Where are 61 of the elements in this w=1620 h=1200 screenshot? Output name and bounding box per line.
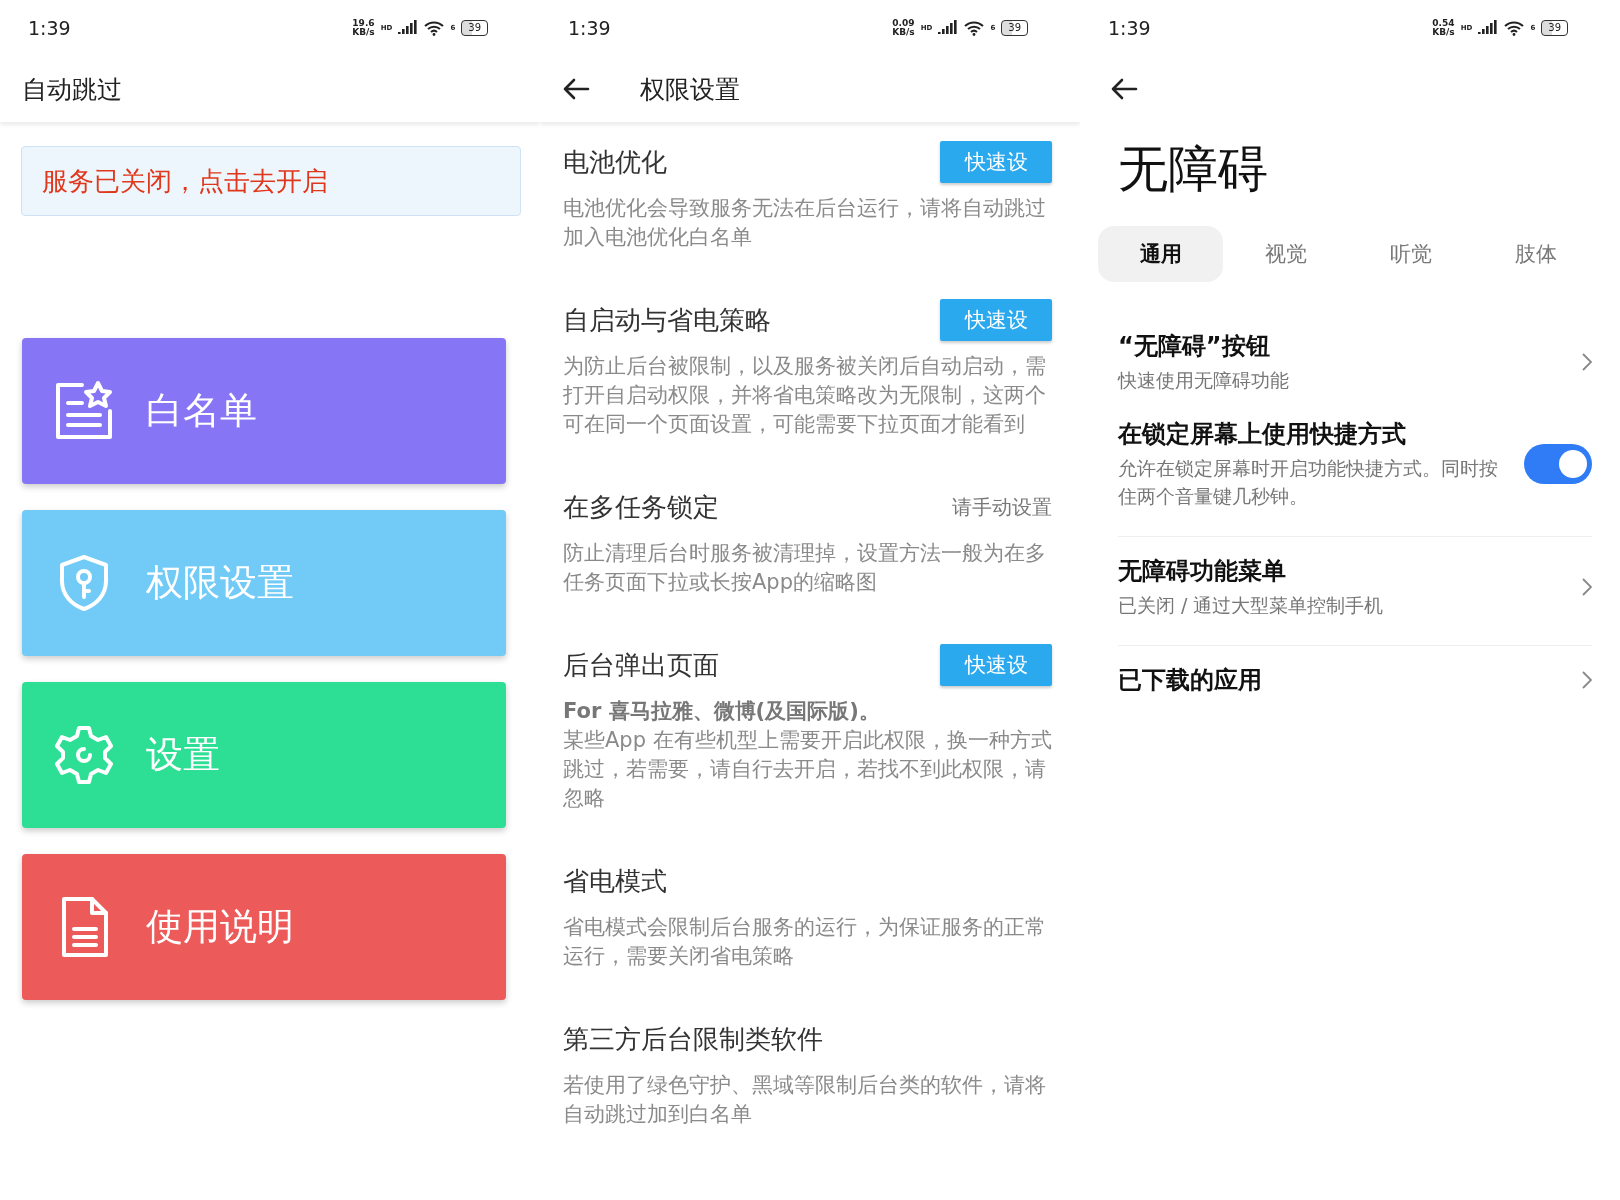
signal-icon — [938, 20, 959, 36]
section-title: 电池优化 — [563, 145, 667, 179]
battery-icon: 39 — [461, 20, 488, 36]
app-title: 自动跳过 — [22, 73, 122, 106]
signal-icon — [1478, 20, 1499, 36]
section-description: 为防止后台被限制，以及服务被关闭后自动启动，需打开自启动权限，并将省电策略改为无限制，这两个可在同一个页面设置，可能需要下拉页面才能看到 — [563, 353, 1047, 438]
network-speed: 19.6 KB/s — [352, 19, 375, 37]
category-tab[interactable]: 通用 — [1098, 226, 1223, 282]
section-title: 在多任务锁定 — [563, 490, 719, 524]
section-description: 电池优化会导致服务无法在后台运行，请将自动跳过加入电池优化白名单 — [563, 195, 1047, 251]
section-note: For 喜马拉雅、微博(及国际版)。 — [563, 698, 881, 725]
page-title: 无障碍 — [1118, 139, 1269, 200]
setting-title: “无障碍”按钮 — [1118, 331, 1271, 362]
signal-icon — [398, 20, 419, 36]
category-tab[interactable]: 肢体 — [1473, 226, 1598, 282]
card-label: 设置 — [146, 732, 220, 778]
back-arrow-icon[interactable] — [1110, 78, 1138, 100]
wifi-icon — [1504, 20, 1525, 36]
toggle-switch[interactable] — [1524, 444, 1592, 484]
category-tab[interactable]: 听觉 — [1348, 226, 1473, 282]
setting-subtitle: 快速使用无障碍功能 — [1118, 368, 1289, 393]
manual-setup-label: 请手动设置 — [952, 493, 1052, 521]
battery-icon: 39 — [1541, 20, 1568, 36]
network-speed: 0.09 KB/s — [892, 19, 915, 37]
chevron-right-icon[interactable] — [1582, 578, 1592, 596]
status-time: 1:39 — [28, 17, 71, 39]
status-time: 1:39 — [568, 17, 611, 39]
card-label: 权限设置 — [146, 560, 294, 606]
setting-subtitle: 允许在锁定屏幕时开启功能快捷方式。同时按住两个音量键几秒钟。 — [1118, 456, 1499, 509]
section-description: 若使用了绿色守护、黑域等限制后台类的软件，请将自动跳过加到白名单 — [563, 1072, 1047, 1128]
page-title: 权限设置 — [640, 73, 740, 106]
section-title: 第三方后台限制类软件 — [563, 1022, 823, 1056]
setting-subtitle: 已关闭 / 通过大型菜单控制手机 — [1118, 593, 1384, 618]
battery-icon: 39 — [1001, 20, 1028, 36]
quick-set-button[interactable]: 快速设 — [940, 299, 1052, 341]
chevron-right-icon[interactable] — [1582, 671, 1592, 689]
setting-title: 已下载的应用 — [1118, 665, 1262, 696]
setting-title: 在锁定屏幕上使用快捷方式 — [1118, 419, 1407, 450]
wifi-icon — [964, 20, 985, 36]
section-title: 省电模式 — [563, 864, 667, 898]
section-title: 后台弹出页面 — [563, 648, 719, 682]
gear-icon — [52, 723, 116, 787]
section-description: 某些App 在有些机型上需要开启此权限，换一种方式跳过，若需要，请自行去开启，若找不到此权限，请忽略 — [563, 727, 1052, 812]
service-notice[interactable]: 服务已关闭，点击去开启 — [21, 146, 521, 216]
network-speed: 0.54 KB/s — [1432, 19, 1455, 37]
section-description: 防止清理后台时服务被清理掉，设置方法一般为在多任务页面下拉或长按App的缩略图 — [563, 540, 1047, 596]
card-label: 白名单 — [146, 388, 257, 434]
section-title: 自启动与省电策略 — [563, 303, 771, 337]
section-description: 省电模式会限制后台服务的运行，为保证服务的正常运行，需要关闭省电策略 — [563, 914, 1047, 970]
menu-card[interactable]: 使用说明 — [22, 854, 506, 1000]
card-label: 使用说明 — [146, 904, 294, 950]
back-arrow-icon[interactable] — [562, 78, 590, 100]
chevron-right-icon[interactable] — [1582, 353, 1592, 371]
setting-title: 无障碍功能菜单 — [1118, 556, 1287, 587]
category-tab[interactable]: 视觉 — [1223, 226, 1348, 282]
menu-card[interactable]: 权限设置 — [22, 510, 506, 656]
menu-card[interactable]: 白名单 — [22, 338, 506, 484]
quick-set-button[interactable]: 快速设 — [940, 141, 1052, 183]
status-time: 1:39 — [1108, 17, 1151, 39]
wifi-icon — [424, 20, 445, 36]
quick-set-button[interactable]: 快速设 — [940, 644, 1052, 686]
